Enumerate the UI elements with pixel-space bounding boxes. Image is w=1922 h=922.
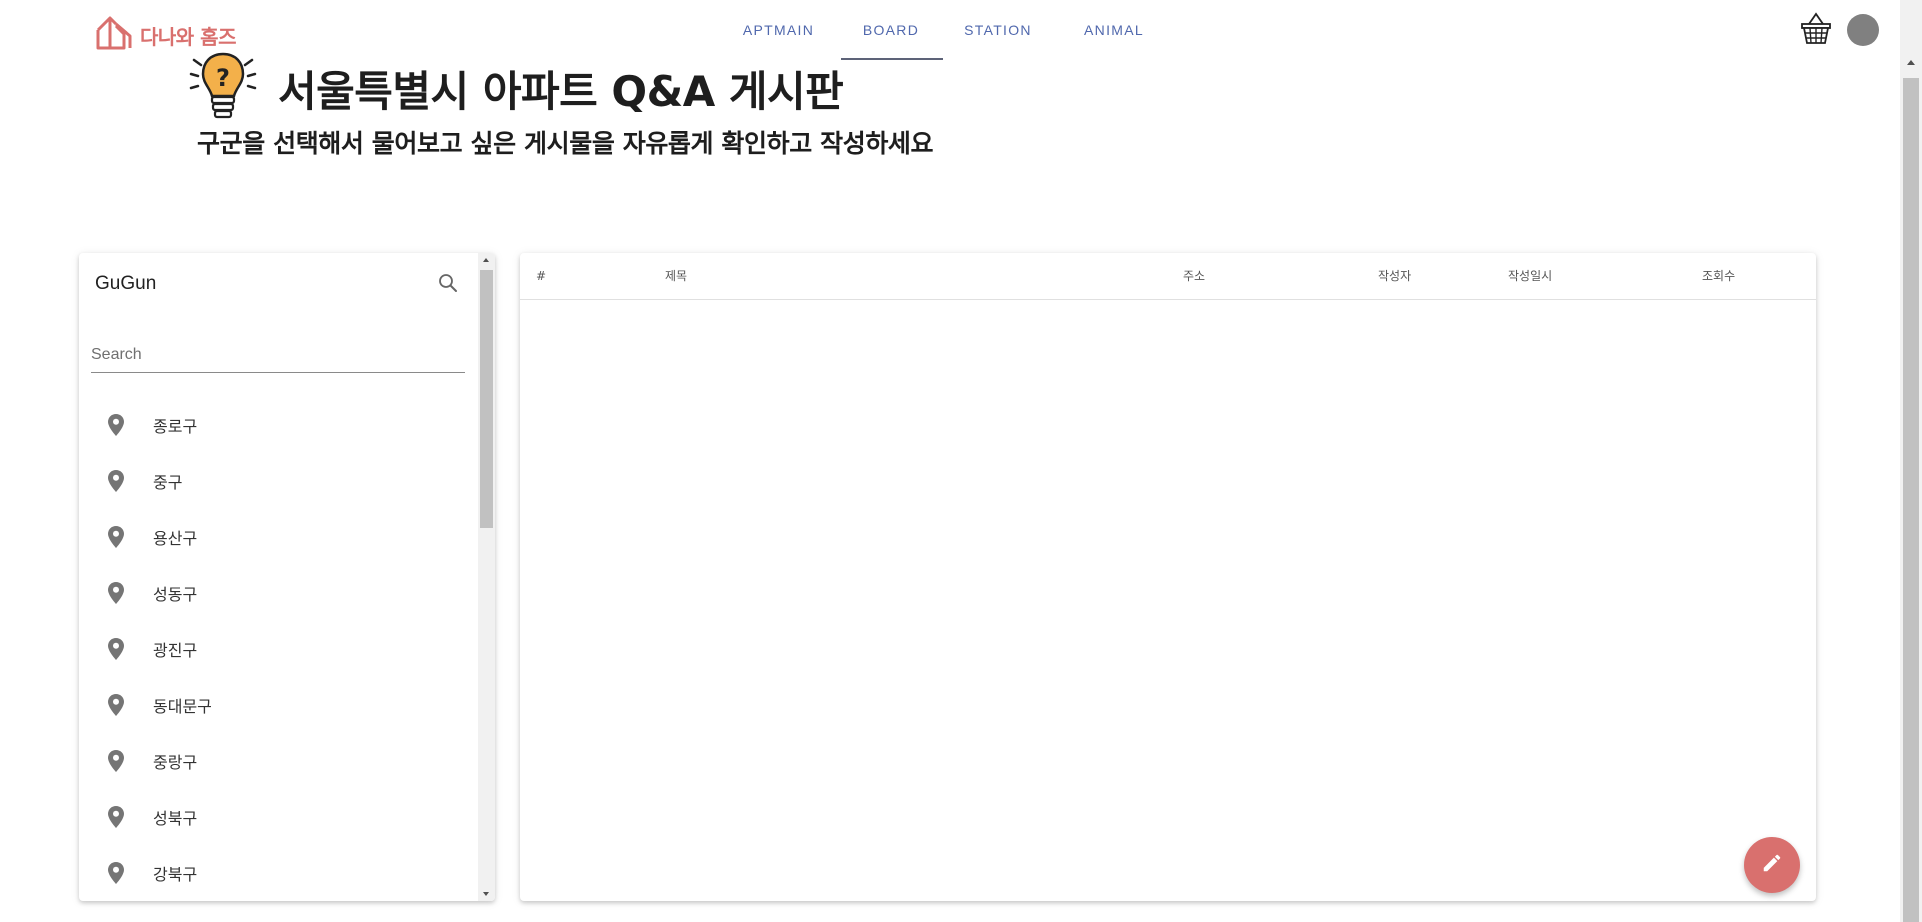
list-item-label: 성북구 <box>153 809 198 828</box>
avatar[interactable] <box>1847 14 1879 46</box>
list-item-label: 용산구 <box>153 529 198 548</box>
column-header-number[interactable]: # <box>536 253 546 300</box>
svg-text:?: ? <box>216 64 230 92</box>
map-pin-icon <box>106 638 126 660</box>
search-field[interactable] <box>91 337 465 373</box>
page-title: 서울특별시 아파트 Q&A 게시판 <box>278 67 844 116</box>
list-item-label: 강북구 <box>153 865 198 884</box>
tab-animal[interactable]: ANIMAL <box>1053 0 1175 60</box>
map-pin-icon <box>106 806 126 828</box>
house-logo-icon <box>94 12 136 59</box>
list-item-gangbuk[interactable]: 강북구 <box>79 845 477 901</box>
list-item-label: 종로구 <box>153 417 198 436</box>
scroll-down-arrow-icon[interactable] <box>483 892 489 896</box>
gugun-list: 종로구 중구 용산구 성동구 광진구 동대문구 중랑구 성북구 강북구 <box>79 397 477 901</box>
scrollbar-thumb[interactable] <box>1903 78 1919 922</box>
map-pin-icon <box>106 694 126 716</box>
scroll-up-arrow-icon[interactable] <box>483 258 489 262</box>
list-item-jongno[interactable]: 종로구 <box>79 397 477 453</box>
list-item-jungnang[interactable]: 중랑구 <box>79 733 477 789</box>
map-pin-icon <box>106 582 126 604</box>
map-pin-icon <box>106 862 126 884</box>
main-nav: APTMAIN BOARD STATION ANIMAL <box>718 0 1175 60</box>
page: 다나와 홈즈 APTMAIN BOARD STATION ANIMAL ? 서울… <box>0 0 1922 922</box>
list-item-dongdaemun[interactable]: 동대문구 <box>79 677 477 733</box>
tab-aptmain[interactable]: APTMAIN <box>718 0 839 60</box>
list-item-yongsan[interactable]: 용산구 <box>79 509 477 565</box>
write-post-button[interactable] <box>1744 837 1800 893</box>
gugun-title: GuGun <box>95 273 157 294</box>
column-header-views[interactable]: 조회수 <box>1702 253 1735 300</box>
list-item-gwangjin[interactable]: 광진구 <box>79 621 477 677</box>
scroll-up-arrow-icon[interactable] <box>1907 60 1915 65</box>
list-item-seongdong[interactable]: 성동구 <box>79 565 477 621</box>
list-item-label: 성동구 <box>153 585 198 604</box>
map-pin-icon <box>106 414 126 436</box>
page-subtitle: 구군을 선택해서 물어보고 싶은 게시물을 자유롭게 확인하고 작성하세요 <box>197 129 934 158</box>
tab-station[interactable]: STATION <box>943 0 1053 60</box>
basket-icon[interactable] <box>1799 12 1833 51</box>
column-header-date[interactable]: 작성일시 <box>1508 253 1552 300</box>
tab-board[interactable]: BOARD <box>839 0 943 60</box>
list-item-label: 중랑구 <box>153 753 198 772</box>
pencil-icon <box>1761 852 1783 879</box>
list-item-seongbuk[interactable]: 성북구 <box>79 789 477 845</box>
search-icon[interactable] <box>438 273 458 298</box>
list-item-jung[interactable]: 중구 <box>79 453 477 509</box>
search-input[interactable] <box>91 337 465 372</box>
gugun-scrollbar[interactable] <box>478 253 495 901</box>
board-table: # 제목 주소 작성자 작성일시 조회수 <box>520 253 1816 901</box>
table-header: # 제목 주소 작성자 작성일시 조회수 <box>520 253 1816 300</box>
list-item-label: 중구 <box>153 473 183 492</box>
map-pin-icon <box>106 470 126 492</box>
top-navbar: 다나와 홈즈 APTMAIN BOARD STATION ANIMAL <box>0 0 1900 60</box>
column-header-title[interactable]: 제목 <box>665 253 687 300</box>
lightbulb-question-icon: ? <box>186 50 260 129</box>
map-pin-icon <box>106 526 126 548</box>
scrollbar-thumb[interactable] <box>480 270 493 528</box>
gugun-panel: GuGun 종로구 중구 용산구 성 <box>79 253 495 901</box>
map-pin-icon <box>106 750 126 772</box>
logo-text: 다나와 홈즈 <box>140 25 236 49</box>
page-scrollbar[interactable] <box>1900 0 1922 922</box>
column-header-author[interactable]: 작성자 <box>1378 253 1411 300</box>
column-header-address[interactable]: 주소 <box>1183 253 1205 300</box>
list-item-label: 동대문구 <box>153 697 212 716</box>
list-item-label: 광진구 <box>153 641 198 660</box>
